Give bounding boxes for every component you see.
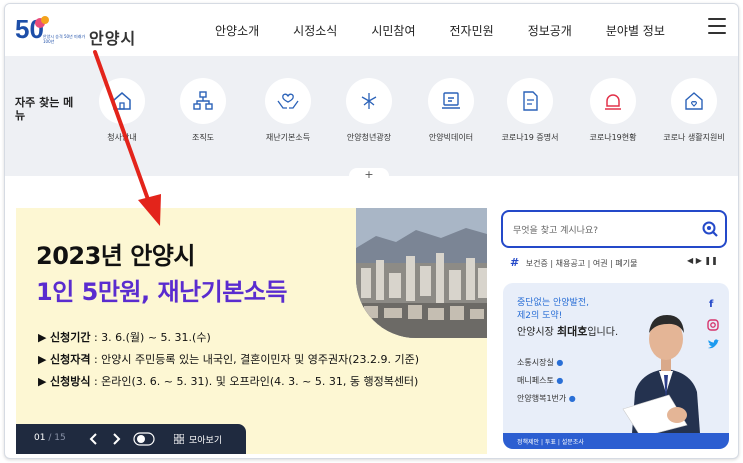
total-pages: 15	[54, 433, 66, 443]
tag-item[interactable]: 채용공고	[556, 259, 585, 268]
site-logo[interactable]: 50 안양시 승격 50년 미래가 100년 안양시	[13, 12, 138, 52]
quick-item-label: 재난기본소득	[265, 133, 311, 142]
view-all-button[interactable]: 모아보기	[189, 433, 222, 446]
pause-toggle-icon[interactable]	[133, 432, 155, 446]
facebook-icon[interactable]: f	[709, 299, 713, 310]
search-input[interactable]: 무엇을 찾고 계시나요?	[513, 223, 598, 236]
nav-item-civil-service[interactable]: 전자민원	[450, 22, 494, 39]
certificate-icon	[523, 91, 538, 111]
page-indicator: 01 / 15	[34, 433, 66, 443]
nav-item-field-info[interactable]: 분야별 정보	[606, 22, 665, 39]
info-label: 신청방식	[49, 375, 91, 388]
info-label: 신청기간	[49, 331, 91, 344]
link-label: 소통시장실	[517, 358, 554, 367]
nav-item-open-info[interactable]: 정보공개	[528, 22, 572, 39]
tag-item[interactable]: 보건증	[526, 259, 548, 268]
popular-tags: # 보건증 | 채용공고 | 여권 | 폐기물	[510, 256, 638, 269]
nav-item-participation[interactable]: 시민참여	[371, 22, 415, 39]
logo-name: 안양시	[89, 29, 137, 48]
next-arrow-icon[interactable]	[111, 433, 121, 445]
quick-item-label: 청사안내	[107, 133, 137, 142]
link-label: 매니페스토	[517, 376, 554, 385]
banner-info-method: ▶ 신청방식 : 온라인(3. 6. ~ 5. 31). 및 오프라인(4. 3…	[38, 375, 419, 388]
quick-item-office-guide[interactable]: 청사안내	[87, 78, 157, 143]
twitter-icon[interactable]	[707, 339, 720, 350]
banner-title-line1: 2023년 안양시	[36, 242, 195, 270]
quick-item-disaster-income[interactable]: 재난기본소득	[253, 78, 323, 143]
quick-menu: 자주 찾는 메뉴 청사안내 조직도 재난기본소득 안양청년광장 안양빅데이터 코…	[5, 56, 738, 176]
mayor-name: 최대호	[556, 325, 588, 338]
tag-next-icon[interactable]: ▶	[696, 256, 702, 265]
info-text: : 온라인(3. 6. ~ 5. 31). 및 오프라인(4. 3. ~ 5. …	[90, 375, 419, 388]
nav-item-about[interactable]: 안양소개	[215, 22, 259, 39]
hands-heart-icon	[277, 93, 299, 109]
logo-subtitle: 안양시 승격 50년 미래가 100년	[43, 34, 86, 44]
mayor-photo	[622, 315, 701, 447]
grid-icon	[174, 434, 184, 444]
tag-prev-icon[interactable]: ◀	[687, 256, 693, 265]
main-banner[interactable]: 2023년 안양시 1인 5만원, 재난기본소득 ▶ 신청기간 : 3. 6.(…	[16, 208, 487, 454]
tag-item[interactable]: 폐기물	[615, 259, 637, 268]
mayor-link-happy[interactable]: 안양행복1번가 ●	[517, 393, 576, 404]
quick-item-covid-support[interactable]: 코로나 생활지원비	[659, 78, 729, 143]
building-icon	[113, 92, 131, 110]
quick-item-org-chart[interactable]: 조직도	[168, 78, 238, 143]
quick-item-covid-status[interactable]: 코로나19현황	[578, 78, 648, 143]
nav-item-news[interactable]: 시정소식	[293, 22, 337, 39]
mayor-footer-links[interactable]: 정책제안 | 투표 | 설문조사	[517, 437, 584, 446]
mayor-suffix: 입니다.	[587, 327, 619, 338]
tag-item[interactable]: 여권	[593, 259, 608, 268]
slogan-line1: 중단없는 안양발전,	[517, 298, 589, 308]
youth-plaza-icon	[361, 93, 377, 109]
mayor-intro: 안양시장 최대호입니다.	[517, 323, 618, 339]
hamburger-menu-icon[interactable]	[708, 18, 726, 34]
quick-item-label: 코로나 생활지원비	[663, 133, 725, 142]
info-text: : 안양시 주민등록 있는 내국인, 결혼이민자 및 영주권자(23.2.9. …	[90, 353, 420, 366]
quick-item-label: 코로나19 증명서	[501, 133, 559, 142]
city-photo	[356, 208, 487, 338]
banner-info-period: ▶ 신청기간 : 3. 6.(월) ~ 5. 31.(수)	[38, 331, 211, 344]
quick-item-label: 안양청년광장	[346, 133, 392, 142]
search-icon[interactable]	[701, 220, 719, 238]
instagram-icon[interactable]	[707, 319, 719, 331]
big-data-icon	[442, 92, 460, 109]
site-search-box[interactable]: 무엇을 찾고 계시나요?	[501, 210, 727, 248]
mayor-title: 안양시장	[517, 327, 557, 338]
main-nav: 안양소개 시정소식 시민참여 전자민원 정보공개 분야별 정보	[215, 22, 699, 39]
mayor-card[interactable]: 중단없는 안양발전, 제2의 도약! 안양시장 최대호입니다. 소통시장실 ● …	[503, 283, 729, 449]
prev-arrow-icon[interactable]	[89, 433, 99, 445]
banner-pager: 01 / 15 모아보기	[16, 424, 246, 454]
org-chart-icon	[193, 91, 213, 110]
info-label: 신청자격	[49, 353, 91, 366]
quick-item-youth-plaza[interactable]: 안양청년광장	[334, 78, 404, 143]
tag-pause-icon[interactable]: ❚❚	[704, 256, 717, 265]
support-home-icon	[685, 92, 703, 110]
expand-quick-menu-button[interactable]: +	[349, 168, 389, 182]
siren-icon	[605, 94, 621, 110]
mayor-link-office[interactable]: 소통시장실 ●	[517, 357, 563, 368]
slogan-line2: 제2의 도약!	[517, 311, 563, 321]
info-text: : 3. 6.(월) ~ 5. 31.(수)	[90, 331, 211, 344]
banner-title-line2: 1인 5만원, 재난기본소득	[36, 278, 287, 306]
mayor-slogan: 중단없는 안양발전, 제2의 도약!	[517, 297, 589, 323]
link-label: 안양행복1번가	[517, 394, 567, 403]
mayor-link-manifesto[interactable]: 매니페스토 ●	[517, 375, 563, 386]
current-page: 01	[34, 433, 46, 443]
quick-item-label: 코로나19현황	[589, 133, 637, 142]
tag-nav: ◀ ▶ ❚❚	[687, 256, 718, 265]
quick-item-label: 안양빅데이터	[428, 133, 474, 142]
site-header: 50 안양시 승격 50년 미래가 100년 안양시 안양소개 시정소식 시민참…	[5, 4, 738, 56]
hashtag-icon: #	[510, 256, 520, 269]
quick-menu-title: 자주 찾는 메뉴	[15, 96, 74, 122]
quick-item-big-data[interactable]: 안양빅데이터	[416, 78, 486, 143]
quick-item-label: 조직도	[191, 133, 215, 142]
browser-frame: 50 안양시 승격 50년 미래가 100년 안양시 안양소개 시정소식 시민참…	[4, 3, 739, 459]
banner-info-eligibility: ▶ 신청자격 : 안양시 주민등록 있는 내국인, 결혼이민자 및 영주권자(2…	[38, 353, 420, 366]
quick-item-covid-certificate[interactable]: 코로나19 증명서	[495, 78, 565, 143]
